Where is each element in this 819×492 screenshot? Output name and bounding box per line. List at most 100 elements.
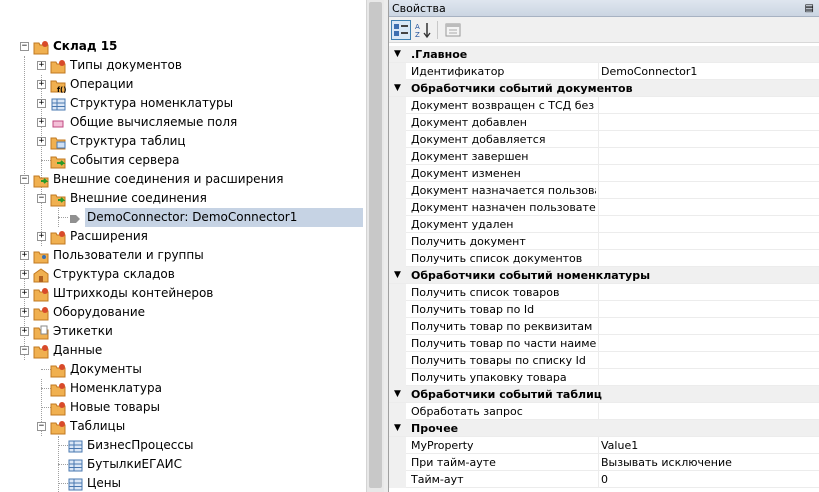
property-row[interactable]: Получить список документов <box>389 250 819 267</box>
collapse-icon[interactable]: − <box>20 175 29 184</box>
tree-item[interactable]: Номенклатура <box>0 379 366 398</box>
property-row[interactable]: MyProperty Value1 <box>389 437 819 454</box>
property-row[interactable]: Документ завершен <box>389 148 819 165</box>
property-category[interactable]: ▼ Обработчики событий документов <box>389 80 819 97</box>
property-value[interactable] <box>598 131 818 148</box>
property-value[interactable] <box>598 165 818 182</box>
tree-item[interactable]: + Пользователи и группы <box>0 246 366 265</box>
property-row[interactable]: Обработать запрос <box>389 403 819 420</box>
property-value[interactable] <box>598 352 818 369</box>
property-value[interactable] <box>598 335 818 352</box>
collapse-category-icon[interactable]: ▼ <box>394 267 401 284</box>
expand-icon[interactable]: + <box>37 118 46 127</box>
tree-item[interactable]: Новые товары <box>0 398 366 417</box>
property-row[interactable]: Документ изменен <box>389 165 819 182</box>
property-row[interactable]: Идентификатор DemoConnector1 <box>389 63 819 80</box>
collapse-category-icon[interactable]: ▼ <box>394 386 401 403</box>
tree-item[interactable]: + f() Операции <box>0 75 366 94</box>
tree-item[interactable]: + Этикетки <box>0 322 366 341</box>
property-value[interactable]: Value1 <box>598 437 818 454</box>
property-value[interactable]: 0 <box>598 471 818 488</box>
property-row[interactable]: Тайм-аут 0 <box>389 471 819 488</box>
tree-scrollbar-thumb[interactable] <box>369 2 382 488</box>
pin-icon[interactable]: ▤ <box>805 0 814 17</box>
collapse-category-icon[interactable]: ▼ <box>394 46 401 63</box>
expand-icon[interactable]: + <box>37 99 46 108</box>
tree-scrollbar[interactable] <box>366 0 384 492</box>
tree-item[interactable]: + Общие вычисляемые поля <box>0 113 366 132</box>
property-value[interactable] <box>598 250 818 267</box>
property-pages-button[interactable] <box>443 20 463 40</box>
tree-item[interactable]: − Таблицы <box>0 417 366 436</box>
tree-item[interactable]: Документы <box>0 360 366 379</box>
expand-icon[interactable]: + <box>20 270 29 279</box>
categorized-view-button[interactable] <box>391 20 411 40</box>
property-value[interactable] <box>598 318 818 335</box>
property-row[interactable]: Документ назначается пользовател <box>389 182 819 199</box>
property-row[interactable]: Получить товар по реквизитам (Шт <box>389 318 819 335</box>
tree-item[interactable]: + Расширения <box>0 227 366 246</box>
property-category[interactable]: ▼ Обработчики событий таблиц <box>389 386 819 403</box>
property-row[interactable]: Документ добавлен <box>389 114 819 131</box>
tree-item[interactable]: + Структура номенклатуры <box>0 94 366 113</box>
tree-item[interactable]: + Оборудование <box>0 303 366 322</box>
property-row[interactable]: Получить товары по списку Id <box>389 352 819 369</box>
collapse-icon[interactable]: − <box>37 194 46 203</box>
tree-item[interactable]: − Данные <box>0 341 366 360</box>
property-category[interactable]: ▼ Обработчики событий номенклатуры <box>389 267 819 284</box>
property-row[interactable]: Получить товар по части наименов <box>389 335 819 352</box>
property-category[interactable]: ▼ Прочее <box>389 420 819 437</box>
collapse-category-icon[interactable]: ▼ <box>394 420 401 437</box>
property-value[interactable] <box>598 301 818 318</box>
tree-item[interactable]: − Склад 15 <box>0 37 366 56</box>
expand-icon[interactable]: + <box>37 61 46 70</box>
alphabetical-view-button[interactable]: AZ <box>413 20 433 40</box>
tree-item[interactable]: БутылкиЕГАИС <box>0 455 366 474</box>
property-value[interactable] <box>598 182 818 199</box>
property-row[interactable]: Документ назначен пользователю <box>389 199 819 216</box>
tree-item[interactable]: + Типы документов <box>0 56 366 75</box>
property-value[interactable] <box>598 403 818 420</box>
collapse-icon[interactable]: − <box>20 346 29 355</box>
property-value[interactable] <box>598 148 818 165</box>
tree-item[interactable]: − Внешние соединения <box>0 189 366 208</box>
property-value[interactable] <box>598 284 818 301</box>
property-value[interactable] <box>598 216 818 233</box>
expand-icon[interactable]: + <box>20 289 29 298</box>
tree-item[interactable]: DemoConnector: DemoConnector1 <box>0 208 366 227</box>
expand-icon[interactable]: + <box>37 232 46 241</box>
property-value[interactable] <box>598 97 818 114</box>
collapse-category-icon[interactable]: ▼ <box>394 80 401 97</box>
property-row[interactable]: Получить упаковку товара <box>389 369 819 386</box>
expand-icon[interactable]: + <box>20 327 29 336</box>
property-value[interactable]: Вызывать исключение <box>598 454 818 471</box>
property-value[interactable] <box>598 114 818 131</box>
tree-item[interactable]: БизнесПроцессы <box>0 436 366 455</box>
tree-item[interactable]: + Структура складов <box>0 265 366 284</box>
property-row[interactable]: Документ добавляется <box>389 131 819 148</box>
tree-item[interactable]: События сервера <box>0 151 366 170</box>
property-row[interactable]: Документ удален <box>389 216 819 233</box>
tree-item[interactable]: − Внешние соединения и расширения <box>0 170 366 189</box>
tree-item[interactable]: + Структура таблиц <box>0 132 366 151</box>
property-value[interactable] <box>598 369 818 386</box>
expand-icon[interactable]: + <box>37 137 46 146</box>
property-row[interactable]: Документ возвращен с ТСД без обр <box>389 97 819 114</box>
property-value[interactable] <box>598 199 818 216</box>
tree-item[interactable]: Цены <box>0 474 366 492</box>
property-category[interactable]: ▼ .Главное <box>389 46 819 63</box>
expand-icon[interactable]: + <box>20 308 29 317</box>
expand-icon[interactable]: + <box>20 251 29 260</box>
collapse-icon[interactable]: − <box>20 42 29 51</box>
property-row[interactable]: Получить товар по Id <box>389 301 819 318</box>
folder-connect-icon <box>33 172 49 188</box>
property-row[interactable]: При тайм-ауте Вызывать исключение <box>389 454 819 471</box>
property-value[interactable]: DemoConnector1 <box>598 63 818 80</box>
expand-icon[interactable]: + <box>37 80 46 89</box>
property-value[interactable] <box>598 233 818 250</box>
property-name: Документ возвращен с ТСД без обр <box>411 99 596 112</box>
tree-item[interactable]: + Штрихкоды контейнеров <box>0 284 366 303</box>
property-row[interactable]: Получить список товаров <box>389 284 819 301</box>
collapse-icon[interactable]: − <box>37 422 46 431</box>
property-row[interactable]: Получить документ <box>389 233 819 250</box>
